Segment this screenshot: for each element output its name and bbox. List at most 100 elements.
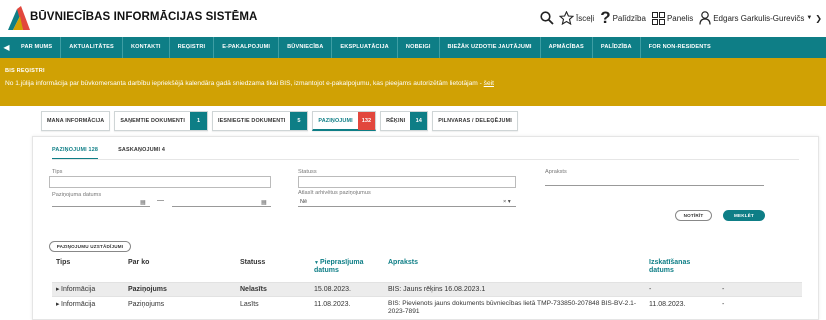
clear-button[interactable]: NOTĪRĪT — [675, 210, 712, 221]
subtabs-divider — [52, 159, 799, 160]
count-badge: 5 — [290, 112, 308, 130]
nav-item-e-pakalpojumi[interactable]: E-PAKALPOJUMI — [214, 37, 280, 58]
nav-item-faq[interactable]: BIEŽĀK UZDOTIE JAUTĀJUMI — [440, 37, 541, 58]
site-title[interactable]: BŪVNIECĪBAS INFORMĀCIJAS SISTĒMA — [30, 11, 257, 23]
tab-iesniegtie-dokumenti[interactable]: IESNIEGTIE DOKUMENTI 5 — [212, 111, 309, 131]
col-label: Pieprasījuma datums — [314, 259, 364, 274]
cell-extra: - — [722, 301, 725, 308]
panels-icon[interactable] — [651, 11, 665, 25]
subtab-pazinojumi[interactable]: PAZIŅOJUMI 128 — [52, 147, 99, 159]
nav-item-palidziba[interactable]: PALĪDZĪBA — [593, 37, 641, 58]
atlasit-label: Atlasīt arhivētus paziņojumus — [298, 190, 371, 196]
tab-label: RĒĶINI — [386, 118, 406, 124]
status-label: Statuss — [298, 169, 317, 175]
cell-par-ko: Paziņojums — [128, 286, 167, 293]
tab-pazinojumi[interactable]: PAZIŅOJUMI 132 — [312, 111, 377, 131]
subtab-saskanojumi[interactable]: SASKAŅOJUMI 4 — [118, 147, 165, 159]
bis-logo-icon[interactable] — [8, 6, 30, 30]
subtabs: PAZIŅOJUMI 128 SASKAŅOJUMI 4 — [52, 147, 165, 159]
cell-apraksts: BIS: Pievienots jauns dokuments būvniecī… — [388, 300, 637, 315]
cell-izskatisanas: - — [649, 286, 652, 293]
nav-item-buvnieciba[interactable]: BŪVNIECĪBA — [279, 37, 333, 58]
atlasit-select[interactable] — [298, 206, 516, 207]
nav-item-aktualitates[interactable]: AKTUALITĀTES — [61, 37, 123, 58]
header-actions: Īsceļi ? Palīdzība Panelis Edgars Garkul… — [540, 9, 822, 27]
apraksts-field[interactable] — [545, 185, 764, 186]
cell-par-ko: Paziņojums — [128, 301, 165, 308]
notice-message: No 1.jūlija informācija par būvkomersant… — [5, 80, 482, 87]
star-icon[interactable] — [558, 11, 574, 25]
tab-mana-informacija[interactable]: MANA INFORMĀCIJA — [41, 111, 111, 131]
notifications-panel: PAZIŅOJUMI 128 SASKAŅOJUMI 4 Tips Status… — [32, 136, 819, 320]
tab-rekini[interactable]: RĒĶINI 14 — [380, 111, 429, 131]
col-tips[interactable]: Tips — [56, 259, 70, 267]
col-statuss[interactable]: Statuss — [240, 259, 265, 267]
row-expand-icon[interactable]: ▸ — [56, 301, 60, 309]
date-from-field[interactable] — [52, 206, 150, 207]
tips-label: Tips — [52, 169, 63, 175]
nav-item-kontakti[interactable]: KONTAKTI — [123, 37, 170, 58]
col-izskatisanas-datums[interactable]: Izskatīšanas datums — [649, 259, 699, 275]
chevron-down-icon[interactable]: ▼ — [806, 15, 812, 21]
calendar-icon[interactable]: ▦ — [261, 199, 267, 206]
nav-item-par-mums[interactable]: PAR MUMS — [13, 37, 62, 58]
help-icon[interactable]: ? — [600, 9, 610, 26]
nav-left-arrow-icon[interactable]: ◀ — [0, 37, 13, 58]
user-name[interactable]: Edgars Garkulis-Gurevičs — [713, 14, 804, 23]
tab-label: SAŅEMTIE DOKUMENTI — [120, 118, 186, 124]
date-label: Paziņojuma datums — [52, 192, 102, 198]
notice-banner: BIS REĢISTRI No 1.jūlija informācija par… — [0, 58, 826, 106]
chevron-right-icon[interactable]: ❯ — [815, 14, 822, 23]
calendar-icon[interactable]: ▦ — [140, 199, 146, 206]
nav-item-non-residents[interactable]: FOR NON-RESIDENTS — [641, 37, 719, 58]
cell-statuss: Nelasīts — [240, 286, 267, 293]
count-badge: 132 — [357, 111, 376, 130]
date-to-field[interactable] — [172, 206, 271, 207]
search-button[interactable]: MEKLĒT — [723, 210, 765, 221]
main-nav: ◀ PAR MUMS AKTUALITĀTES KONTAKTI REĢISTR… — [0, 37, 826, 58]
tab-label: IESNIEGTIE DOKUMENTI — [218, 118, 286, 124]
cell-apraksts: BIS: Jauns rēķins 16.08.2023.1 — [388, 286, 486, 293]
cell-statuss: Lasīts — [240, 301, 259, 308]
count-badge: 1 — [190, 112, 208, 130]
cell-datums: 15.08.2023. — [314, 286, 351, 293]
cell-tips: Informācija — [61, 301, 96, 308]
cell-izskatisanas: 11.08.2023. — [649, 301, 686, 308]
clear-select-icon[interactable]: × ▾ — [503, 199, 511, 205]
col-par-ko[interactable]: Par ko — [128, 259, 149, 267]
row-expand-icon[interactable]: ▸ — [56, 286, 60, 294]
count-badge: 14 — [410, 112, 428, 130]
tab-pilnvaras[interactable]: PILNVARAS / DELEĢĒJUMI — [432, 111, 518, 131]
cell-datums: 11.08.2023. — [314, 301, 351, 308]
nav-item-ekspluatacija[interactable]: EKSPLUATĀCIJA — [332, 37, 398, 58]
nav-item-nobeigi[interactable]: NOBEIGI — [398, 37, 440, 58]
atlasit-value: Nē — [300, 199, 308, 205]
cell-extra: - — [722, 286, 725, 293]
apraksts-label: Apraksts — [545, 169, 567, 175]
col-apraksts[interactable]: Apraksts — [388, 259, 418, 267]
table-row[interactable]: ▸ Informācija Paziņojums Nelasīts 15.08.… — [52, 282, 802, 296]
tab-sanemtie-dokumenti[interactable]: SAŅEMTIE DOKUMENTI 1 — [114, 111, 209, 131]
table-row[interactable]: ▸ Informācija Paziņojums Lasīts 11.08.20… — [52, 296, 802, 318]
tab-label: PILNVARAS / DELEĢĒJUMI — [438, 118, 512, 124]
document-type-tabs: MANA INFORMĀCIJA SAŅEMTIE DOKUMENTI 1 IE… — [41, 111, 518, 131]
search-icon[interactable] — [540, 11, 554, 25]
nav-item-apmacibas[interactable]: APMĀCĪBAS — [541, 37, 593, 58]
user-icon[interactable] — [699, 11, 711, 25]
notice-link[interactable]: šeit — [484, 80, 494, 87]
tab-label: MANA INFORMĀCIJA — [47, 118, 105, 124]
shortcuts-label[interactable]: Īsceļi — [576, 14, 594, 23]
date-separator: — — [157, 197, 164, 204]
notification-settings-button[interactable]: PAZIŅOJUMU UZSTĀDĪJUMI — [49, 241, 131, 252]
notice-text: No 1.jūlija informācija par būvkomersant… — [5, 80, 494, 87]
sort-desc-icon[interactable]: ▼ — [314, 260, 319, 266]
help-label[interactable]: Palīdzība — [613, 14, 646, 23]
notice-title: BIS REĢISTRI — [5, 68, 45, 74]
cell-tips: Informācija — [61, 286, 96, 293]
status-field[interactable] — [298, 176, 516, 188]
table-header: Tips Par ko Statuss ▼Pieprasījuma datums… — [52, 259, 802, 281]
panel-label[interactable]: Panelis — [667, 14, 693, 23]
col-pieprasijuma-datums[interactable]: ▼Pieprasījuma datums — [314, 259, 374, 275]
nav-item-registri[interactable]: REĢISTRI — [170, 37, 215, 58]
tips-field[interactable] — [49, 176, 271, 188]
